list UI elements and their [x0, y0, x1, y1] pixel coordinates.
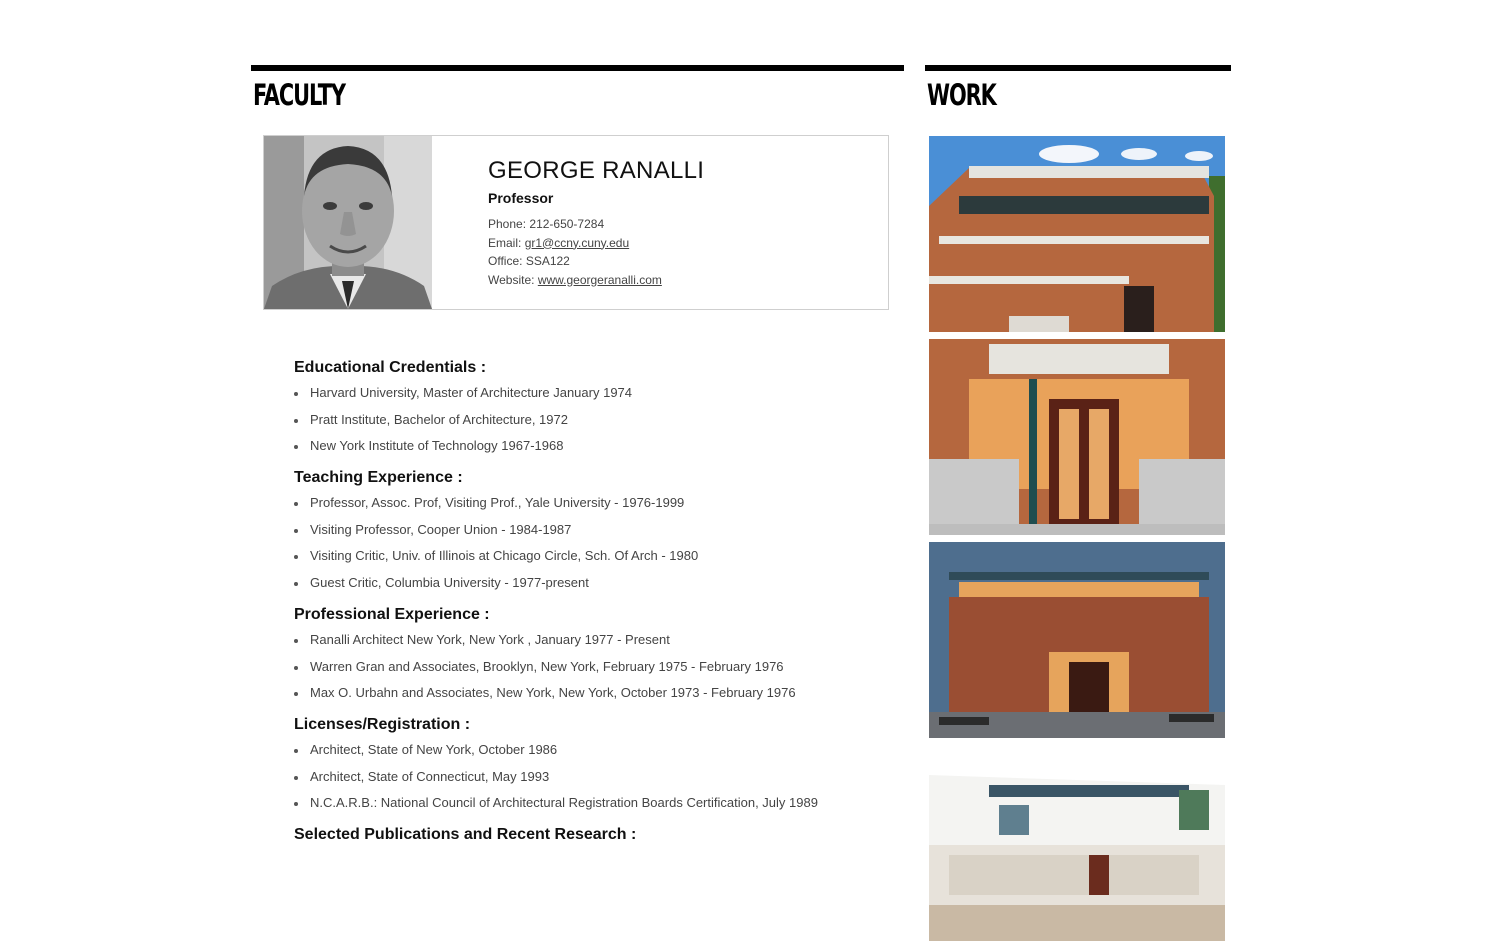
office-line: Office: SSA122: [488, 252, 704, 271]
faculty-heading: FACULTY: [253, 78, 346, 112]
section-heading-professional: Professional Experience :: [294, 605, 490, 623]
teaching-list: Professor, Assoc. Prof, Visiting Prof., …: [294, 495, 894, 591]
section-heading-publications: Selected Publications and Recent Researc…: [294, 826, 637, 844]
website-line: Website: www.georgeranalli.com: [488, 271, 704, 290]
email-label: Email:: [488, 235, 522, 250]
office-label: Office:: [488, 254, 523, 268]
phone-label: Phone:: [488, 217, 527, 231]
email-line: Email: gr1@ccny.cuny.edu: [488, 234, 704, 253]
website-label: Website:: [488, 272, 535, 287]
list-item: Ranalli Architect New York, New York , J…: [294, 632, 894, 648]
professional-list: Ranalli Architect New York, New York , J…: [294, 632, 894, 701]
faculty-rule: [251, 65, 904, 71]
work-thumbnail-entrance[interactable]: [929, 339, 1225, 535]
list-item: Warren Gran and Associates, Brooklyn, Ne…: [294, 659, 894, 675]
work-thumbnail-dusk[interactable]: [929, 542, 1225, 738]
website-link[interactable]: www.georgeranalli.com: [538, 273, 662, 287]
profile-card: GEORGE RANALLI Professor Phone: 212-650-…: [263, 135, 889, 310]
licenses-list: Architect, State of New York, October 19…: [294, 742, 894, 811]
list-item: Visiting Critic, Univ. of Illinois at Ch…: [294, 548, 894, 564]
list-item: Visiting Professor, Cooper Union - 1984-…: [294, 522, 894, 538]
section-heading-licenses: Licenses/Registration :: [294, 716, 471, 734]
work-heading: WORK: [927, 78, 997, 112]
list-item: N.C.A.R.B.: National Council of Architec…: [294, 795, 894, 811]
list-item: Pratt Institute, Bachelor of Architectur…: [294, 412, 894, 428]
section-heading-teaching: Teaching Experience :: [294, 469, 463, 487]
list-item: Max O. Urbahn and Associates, New York, …: [294, 685, 894, 701]
work-rule: [925, 65, 1231, 71]
work-thumbnail-interior[interactable]: [929, 745, 1225, 941]
office-value: SSA122: [525, 254, 570, 268]
list-item: Harvard University, Master of Architectu…: [294, 385, 894, 401]
list-item: Guest Critic, Columbia University - 1977…: [294, 575, 894, 591]
list-item: Professor, Assoc. Prof, Visiting Prof., …: [294, 495, 894, 511]
list-item: New York Institute of Technology 1967-19…: [294, 438, 894, 454]
credentials: Educational Credentials : Harvard Univer…: [294, 358, 894, 845]
email-link[interactable]: gr1@ccny.cuny.edu: [525, 236, 629, 250]
education-list: Harvard University, Master of Architectu…: [294, 385, 894, 454]
faculty-section: FACULTY GEORGE RANALLI Professor Phone: …: [251, 65, 904, 843]
profile-title: Professor: [488, 190, 554, 206]
work-thumbnail-brick-building[interactable]: [929, 136, 1225, 332]
phone-line: Phone: 212-650-7284: [488, 215, 704, 234]
list-item: Architect, State of New York, October 19…: [294, 742, 894, 758]
profile-photo: [264, 136, 432, 309]
profile-info: GEORGE RANALLI Professor Phone: 212-650-…: [488, 156, 704, 289]
profile-name: GEORGE RANALLI: [488, 157, 705, 184]
list-item: Architect, State of Connecticut, May 199…: [294, 769, 894, 785]
work-section: WORK: [925, 65, 1231, 941]
phone-value: 212-650-7284: [529, 217, 605, 231]
section-heading-education: Educational Credentials :: [294, 359, 487, 376]
